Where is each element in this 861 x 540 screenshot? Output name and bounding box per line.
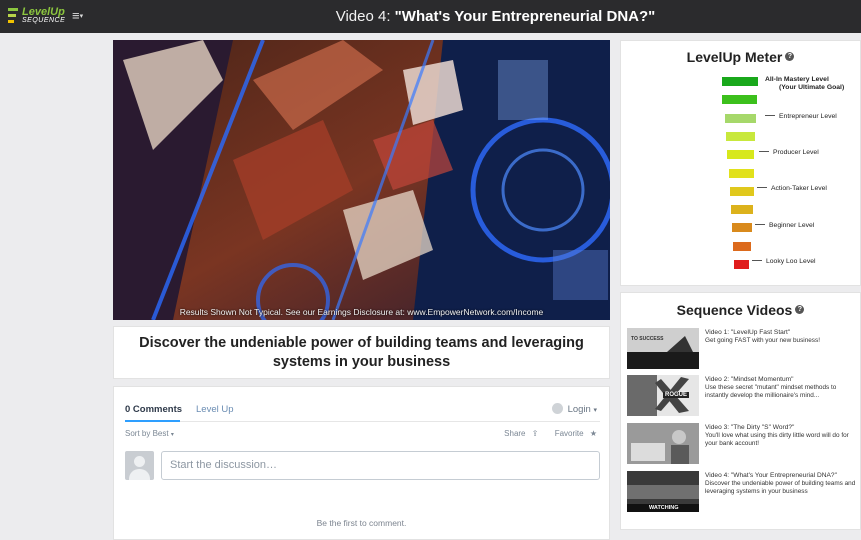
discussion-input[interactable]: Start the discussion…: [161, 451, 600, 480]
level-label-beginner: Beginner Level: [755, 222, 814, 230]
top-bar: LevelUp SEQUENCE ≡▾ Video 4: "What's You…: [0, 0, 861, 33]
sequence-item-title: Video 1: "LevelUp Fast Start": [705, 329, 791, 336]
page-title: Video 4: "What's Your Entrepreneurial DN…: [0, 0, 861, 33]
sequence-item-title: Video 4: "What's Your Entrepreneurial DN…: [705, 472, 837, 479]
video-player[interactable]: Results Shown Not Typical. See our Earni…: [113, 40, 610, 320]
sequence-item-desc: You'll love what using this dirty little…: [705, 432, 849, 447]
level-label-text: Action-Taker Level: [771, 185, 827, 192]
meter-bar: [732, 223, 752, 233]
meter-bar: [729, 168, 754, 178]
video-thumbnail[interactable]: TO SUCCESS: [627, 328, 699, 369]
tab-divider: [125, 421, 600, 422]
thumbnail-label: WATCHING: [649, 505, 679, 511]
sequence-item-title: Video 2: "Mindset Momentum": [705, 376, 794, 383]
level-label-text: Looky Loo Level: [766, 258, 816, 265]
empty-comments-message: Be the first to comment.: [316, 518, 407, 528]
tab-level-up[interactable]: Level Up: [196, 404, 234, 415]
level-label-text: Entrepreneur Level: [779, 113, 837, 120]
share-icon: ⇪: [531, 429, 539, 438]
thumbnail-3-image: [627, 423, 699, 464]
favorite-button[interactable]: Favorite ★: [551, 429, 597, 438]
meter-title-text: LevelUp Meter: [686, 49, 783, 65]
meter-bar: [726, 131, 755, 141]
help-icon[interactable]: ?: [795, 305, 805, 314]
comments-section: 0 Comments Level Up Login ▾ Sort by Best…: [113, 386, 610, 540]
share-favorite: Share ⇪ Favorite ★: [496, 429, 597, 438]
user-icon: [551, 403, 563, 414]
help-icon[interactable]: ?: [785, 52, 795, 61]
sort-dropdown[interactable]: Sort by Best ▾: [125, 429, 174, 438]
meter-bar: [727, 150, 754, 160]
meter-bar: [730, 186, 754, 196]
video-thumbnail[interactable]: [627, 423, 699, 464]
sequence-title-text: Sequence Videos: [676, 302, 793, 318]
sequence-item-2[interactable]: ROGUE Video 2: "Mindset Momentum" Use th…: [627, 375, 859, 417]
level-label-text: Producer Level: [773, 149, 819, 156]
thumbnail-1-image: [627, 328, 699, 369]
sequence-item-1[interactable]: TO SUCCESS Video 1: "LevelUp Fast Start"…: [627, 328, 859, 370]
star-icon: ★: [589, 429, 597, 438]
tab-comments[interactable]: 0 Comments: [125, 404, 182, 415]
meter-title: LevelUp Meter?: [621, 49, 860, 65]
meter-bar: [722, 77, 758, 86]
meter-bar: [734, 260, 749, 269]
page-title-main: "What's Your Entrepreneurial DNA?": [394, 8, 656, 25]
chevron-down-icon: ▾: [170, 432, 174, 438]
share-label: Share: [504, 429, 526, 438]
video-thumbnail[interactable]: WATCHING: [627, 471, 699, 512]
video-description: Discover the undeniable power of buildin…: [139, 334, 584, 370]
meter-bar: [722, 95, 757, 105]
level-label-all-in: All-In Mastery Level (Your Ultimate Goal…: [765, 76, 844, 92]
meter-bar: [725, 113, 756, 123]
login-label: Login: [567, 404, 591, 415]
video-frame-image: [113, 40, 610, 320]
sequence-item-title: Video 3: "The Dirty "S" Word?": [705, 424, 795, 431]
thumbnail-label: TO SUCCESS: [631, 336, 664, 342]
level-label-line1: All-In Mastery Level: [765, 76, 829, 83]
login-button[interactable]: Login ▾: [551, 403, 597, 415]
page-title-prefix: Video 4:: [335, 8, 395, 25]
meter-bar: [733, 241, 751, 251]
chevron-down-icon: ▾: [593, 407, 597, 414]
favorite-label: Favorite: [554, 429, 584, 438]
sequence-item-3[interactable]: Video 3: "The Dirty "S" Word?" You'll lo…: [627, 423, 859, 465]
sequence-title: Sequence Videos?: [621, 302, 860, 318]
level-label-entrepreneur: Entrepreneur Level: [765, 113, 837, 121]
sequence-item-desc: Discover the undeniable power of buildin…: [705, 480, 856, 495]
avatar: [125, 451, 154, 480]
levelup-meter-panel: LevelUp Meter? All-In Mastery Level (You…: [620, 40, 861, 286]
level-label-action-taker: Action-Taker Level: [757, 185, 827, 193]
video-thumbnail[interactable]: ROGUE: [627, 375, 699, 416]
meter-bar: [731, 205, 753, 215]
share-button[interactable]: Share ⇪: [500, 429, 538, 438]
sequence-item-4[interactable]: WATCHING Video 4: "What's Your Entrepren…: [627, 471, 859, 513]
sequence-videos-panel: Sequence Videos? TO SUCCESS Video 1: "Le…: [620, 292, 861, 530]
level-label-looky-loo: Looky Loo Level: [752, 258, 816, 266]
active-tab-indicator: [125, 420, 180, 422]
thumbnail-label: ROGUE: [663, 392, 690, 398]
level-label-line2: (Your Ultimate Goal): [779, 84, 845, 91]
sequence-item-desc: Use these secret "mutant" mindset method…: [705, 384, 837, 399]
video-caption: Results Shown Not Typical. See our Earni…: [179, 307, 544, 317]
video-description-card: Discover the undeniable power of buildin…: [113, 326, 610, 379]
level-label-producer: Producer Level: [759, 149, 819, 157]
level-label-text: Beginner Level: [769, 222, 815, 229]
sort-label: Sort by Best: [125, 429, 169, 438]
sequence-item-desc: Get going FAST with your new business!: [705, 337, 820, 344]
